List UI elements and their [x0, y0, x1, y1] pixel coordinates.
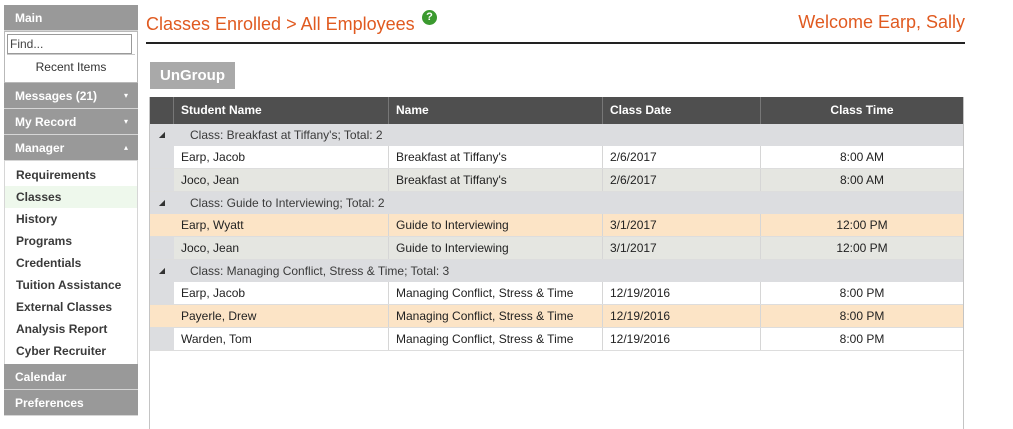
sidebar-my-record[interactable]: My Record ▾	[4, 109, 138, 135]
sidebar-main-label: Main	[15, 10, 43, 25]
sidebar-preferences-label: Preferences	[15, 395, 84, 410]
sidebar-item-history[interactable]: History	[5, 208, 137, 230]
group-label: Class: Managing Conflict, Stress & Time;…	[190, 264, 450, 278]
row-indent	[150, 214, 174, 236]
grid-header-spacer	[150, 97, 174, 124]
cell-name: Guide to Interviewing	[389, 214, 603, 236]
page-title: Classes Enrolled > All Employees	[146, 14, 415, 34]
page-header: Classes Enrolled > All Employees ? Welco…	[146, 8, 965, 44]
grid-header: Student Name Name Class Date Class Time	[150, 97, 963, 124]
sidebar-item-classes[interactable]: Classes	[5, 186, 137, 208]
cell-date: 2/6/2017	[603, 169, 761, 191]
cell-time: 8:00 PM	[761, 305, 963, 327]
sidebar-item-analysis-report[interactable]: Analysis Report	[5, 318, 137, 340]
sidebar-manager-label: Manager	[15, 140, 65, 155]
group-label: Class: Breakfast at Tiffany's; Total: 2	[190, 128, 383, 142]
table-row[interactable]: Joco, Jean Breakfast at Tiffany's 2/6/20…	[150, 169, 963, 192]
help-icon[interactable]: ?	[422, 10, 437, 25]
sidebar-item-cyber-recruiter[interactable]: Cyber Recruiter	[5, 340, 137, 362]
cell-student: Joco, Jean	[174, 237, 389, 259]
cell-time: 8:00 AM	[761, 169, 963, 191]
cell-date: 2/6/2017	[603, 146, 761, 168]
cell-student: Earp, Jacob	[174, 282, 389, 304]
cell-time: 8:00 AM	[761, 146, 963, 168]
row-indent	[150, 282, 174, 304]
column-header-class-time[interactable]: Class Time	[761, 97, 963, 124]
sidebar-manager[interactable]: Manager ▴	[4, 135, 138, 161]
chevron-up-icon: ▴	[123, 143, 128, 152]
cell-name: Breakfast at Tiffany's	[389, 146, 603, 168]
sidebar-item-programs[interactable]: Programs	[5, 230, 137, 252]
chevron-down-icon: ▾	[123, 117, 128, 126]
classes-grid: Student Name Name Class Date Class Time …	[149, 97, 964, 429]
search-input[interactable]	[7, 34, 132, 54]
cell-time: 12:00 PM	[761, 237, 963, 259]
group-row: ◢ Class: Breakfast at Tiffany's; Total: …	[150, 124, 963, 146]
table-row[interactable]: Warden, Tom Managing Conflict, Stress & …	[150, 328, 963, 351]
collapse-toggle-icon[interactable]: ◢	[150, 124, 174, 146]
sidebar-messages-label: Messages (21)	[15, 88, 98, 103]
cell-date: 12/19/2016	[603, 305, 761, 327]
cell-student: Joco, Jean	[174, 169, 389, 191]
table-row[interactable]: Earp, Jacob Breakfast at Tiffany's 2/6/2…	[150, 146, 963, 169]
row-indent	[150, 169, 174, 191]
cell-name: Managing Conflict, Stress & Time	[389, 305, 603, 327]
group-label: Class: Guide to Interviewing; Total: 2	[190, 196, 385, 210]
row-indent	[150, 146, 174, 168]
sidebar-item-credentials[interactable]: Credentials	[5, 252, 137, 274]
table-row[interactable]: Earp, Jacob Managing Conflict, Stress & …	[150, 282, 963, 305]
row-indent	[150, 328, 174, 350]
welcome-message: Welcome Earp, Sally	[798, 12, 965, 32]
row-indent	[150, 237, 174, 259]
cell-date: 3/1/2017	[603, 237, 761, 259]
cell-time: 12:00 PM	[761, 214, 963, 236]
group-row: ◢ Class: Guide to Interviewing; Total: 2	[150, 192, 963, 214]
sidebar: Main Recent Items Messages (21) ▾ My Rec…	[4, 5, 138, 416]
sidebar-calendar-label: Calendar	[15, 369, 67, 384]
ungroup-button[interactable]: UnGroup	[150, 62, 235, 89]
chevron-down-icon: ▾	[123, 91, 128, 100]
sidebar-item-external-classes[interactable]: External Classes	[5, 296, 137, 318]
table-row[interactable]: Payerle, Drew Managing Conflict, Stress …	[150, 305, 963, 328]
collapse-toggle-icon[interactable]: ◢	[150, 192, 174, 214]
sidebar-messages[interactable]: Messages (21) ▾	[4, 83, 138, 109]
cell-date: 3/1/2017	[603, 214, 761, 236]
column-header-class-date[interactable]: Class Date	[603, 97, 761, 124]
recent-items-link[interactable]: Recent Items	[7, 54, 135, 80]
sidebar-calendar[interactable]: Calendar	[4, 364, 138, 390]
collapse-toggle-icon[interactable]: ◢	[150, 260, 174, 282]
column-header-student-name[interactable]: Student Name	[174, 97, 389, 124]
sidebar-my-record-label: My Record	[15, 114, 77, 129]
cell-name: Managing Conflict, Stress & Time	[389, 328, 603, 350]
cell-name: Guide to Interviewing	[389, 237, 603, 259]
group-row: ◢ Class: Managing Conflict, Stress & Tim…	[150, 260, 963, 282]
column-header-name[interactable]: Name	[389, 97, 603, 124]
cell-name: Breakfast at Tiffany's	[389, 169, 603, 191]
table-row[interactable]: Joco, Jean Guide to Interviewing 3/1/201…	[150, 237, 963, 260]
cell-student: Warden, Tom	[174, 328, 389, 350]
cell-date: 12/19/2016	[603, 328, 761, 350]
table-row[interactable]: Earp, Wyatt Guide to Interviewing 3/1/20…	[150, 214, 963, 237]
sidebar-search-box: Recent Items	[4, 31, 138, 83]
cell-time: 8:00 PM	[761, 328, 963, 350]
cell-date: 12/19/2016	[603, 282, 761, 304]
cell-student: Earp, Jacob	[174, 146, 389, 168]
manager-submenu: Requirements Classes History Programs Cr…	[4, 161, 138, 364]
sidebar-item-requirements[interactable]: Requirements	[5, 164, 137, 186]
sidebar-main[interactable]: Main	[4, 5, 138, 31]
cell-time: 8:00 PM	[761, 282, 963, 304]
sidebar-preferences[interactable]: Preferences	[4, 390, 138, 416]
cell-name: Managing Conflict, Stress & Time	[389, 282, 603, 304]
row-indent	[150, 305, 174, 327]
cell-student: Earp, Wyatt	[174, 214, 389, 236]
sidebar-item-tuition-assistance[interactable]: Tuition Assistance	[5, 274, 137, 296]
cell-student: Payerle, Drew	[174, 305, 389, 327]
